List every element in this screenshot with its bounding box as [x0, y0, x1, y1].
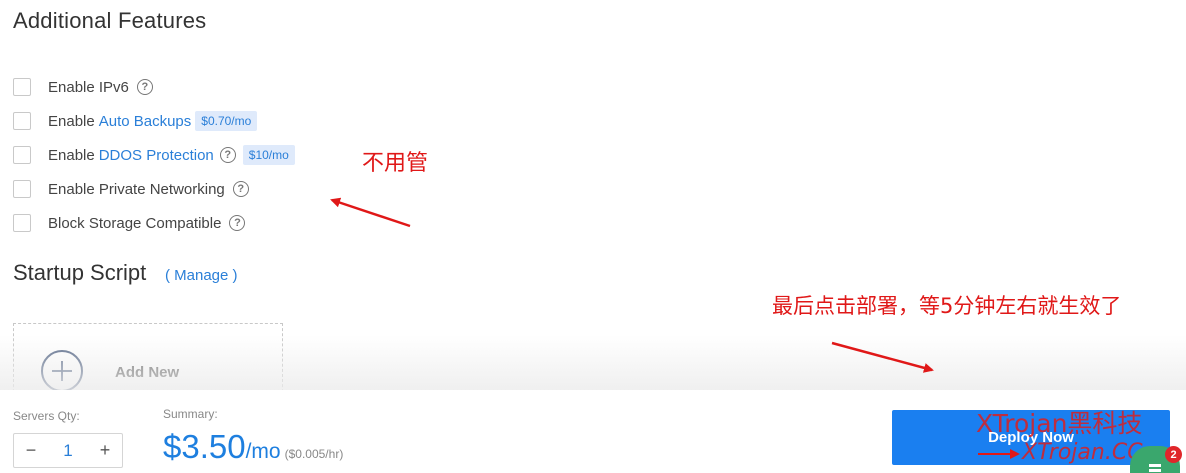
page: Additional Features Enable IPv6 ? Enable…: [0, 0, 1186, 473]
chat-notification-badge: 2: [1165, 446, 1182, 463]
feature-auto-backups: Enable Auto Backups $0.70/mo: [13, 104, 295, 138]
feature-label: Enable: [48, 112, 95, 130]
qty-decrement-button[interactable]: −: [14, 434, 48, 467]
arrow-to-features: [330, 197, 411, 228]
plus-circle-icon: [41, 350, 83, 392]
ddos-checkbox[interactable]: [13, 146, 31, 164]
feature-private-networking: Enable Private Networking ?: [13, 172, 295, 206]
annotation-no-need: 不用管: [362, 151, 429, 176]
watermark-line-2: XTrojan.CC: [1022, 440, 1143, 465]
feature-label: Block Storage Compatible: [48, 214, 222, 232]
price-hourly: ($0.005/hr): [284, 447, 344, 461]
servers-qty-label: Servers Qty:: [13, 409, 80, 423]
price-monthly: $3.50: [163, 428, 246, 465]
help-icon[interactable]: ?: [229, 215, 246, 231]
help-icon[interactable]: ?: [232, 181, 249, 197]
private-networking-checkbox[interactable]: [13, 180, 31, 198]
feature-ddos: Enable DDOS Protection ? $10/mo: [13, 138, 295, 172]
additional-features-title: Additional Features: [13, 8, 207, 33]
auto-backups-link[interactable]: Auto Backups: [99, 113, 192, 130]
feature-label: Enable IPv6: [48, 78, 129, 96]
ddos-protection-link[interactable]: DDOS Protection: [99, 147, 214, 164]
price-badge: $0.70/mo: [195, 111, 258, 131]
summary-label: Summary:: [163, 407, 218, 421]
price-badge: $10/mo: [242, 145, 295, 165]
feature-label: Enable: [48, 146, 95, 164]
summary-price: $3.50/mo ($0.005/hr): [163, 428, 343, 466]
feature-block-storage: Block Storage Compatible ?: [13, 206, 295, 240]
price-unit: /mo: [245, 440, 281, 463]
feature-label: Enable Private Networking: [48, 180, 225, 198]
watermark-line-1: XTrojan黑科技: [976, 409, 1143, 438]
ipv6-checkbox[interactable]: [13, 78, 31, 96]
startup-script-title: Startup Script: [13, 260, 147, 285]
block-storage-checkbox[interactable]: [13, 214, 31, 232]
feature-ipv6: Enable IPv6 ?: [13, 70, 295, 104]
auto-backups-checkbox[interactable]: [13, 112, 31, 130]
qty-value[interactable]: 1: [50, 441, 86, 461]
servers-qty-stepper: − 1 +: [13, 433, 123, 468]
annotation-deploy-hint: 最后点击部署，等5分钟左右就生效了: [772, 294, 1122, 318]
arrow-to-deploy: [831, 341, 934, 373]
features-list: Enable IPv6 ? Enable Auto Backups $0.70/…: [13, 70, 295, 240]
add-new-label: Add New: [115, 364, 180, 381]
manage-link[interactable]: ( Manage ): [165, 267, 238, 284]
qty-increment-button[interactable]: +: [88, 434, 122, 467]
help-icon[interactable]: ?: [136, 79, 153, 95]
help-icon[interactable]: ?: [219, 147, 236, 163]
